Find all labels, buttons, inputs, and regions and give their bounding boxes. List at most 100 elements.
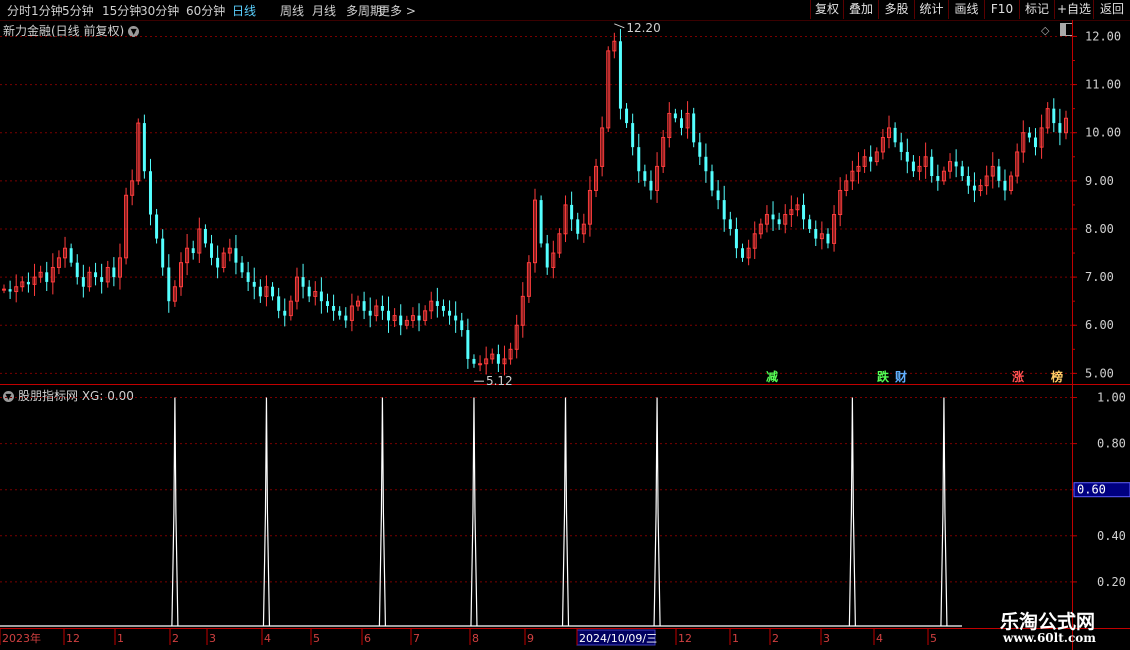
candle-body bbox=[1052, 108, 1056, 124]
xaxis-label: 1 bbox=[117, 632, 124, 645]
candle-body bbox=[911, 161, 915, 172]
candle-body bbox=[258, 286, 262, 297]
xaxis-label: 3 bbox=[823, 632, 830, 645]
candle-body bbox=[673, 113, 677, 119]
news-tag-0[interactable]: 减 bbox=[766, 369, 778, 384]
candle-body bbox=[362, 301, 366, 311]
candle-body bbox=[741, 248, 745, 258]
candle-body bbox=[972, 185, 976, 191]
candle-body bbox=[307, 286, 311, 297]
candle-body bbox=[869, 156, 873, 162]
news-tag-3[interactable]: 涨 bbox=[1012, 369, 1024, 384]
xaxis-label: 2024/10/09/三 bbox=[579, 632, 657, 645]
candle-body bbox=[441, 305, 445, 311]
candle-body bbox=[1003, 180, 1007, 191]
indicator-axis-label: 0.40 bbox=[1097, 529, 1126, 543]
candle-body bbox=[94, 272, 98, 278]
xaxis-label: 3 bbox=[209, 632, 216, 645]
candle-body bbox=[454, 315, 458, 321]
candle-body bbox=[814, 228, 818, 239]
price-chart[interactable]: 12.00 11.00 10.00 9.00 8.00 7.00 6.00 5.00 1.00 0… bbox=[0, 0, 1130, 650]
candle-body bbox=[704, 156, 708, 172]
candle-body bbox=[69, 248, 73, 263]
signal-spike bbox=[940, 397, 948, 627]
candle-body bbox=[716, 190, 720, 201]
candle-body bbox=[478, 363, 483, 366]
candle-body bbox=[319, 291, 323, 302]
watermark-title: 乐淘公式网 bbox=[1000, 611, 1096, 633]
xaxis-label: 8 bbox=[472, 632, 479, 645]
signal-spike bbox=[653, 397, 661, 627]
candle-body bbox=[692, 113, 696, 143]
candle-body bbox=[283, 310, 287, 316]
candle-body bbox=[899, 142, 903, 152]
candle-body bbox=[387, 310, 391, 321]
candle-body bbox=[637, 147, 641, 172]
xaxis-label: 4 bbox=[264, 632, 271, 645]
xaxis-label: 12 bbox=[678, 632, 692, 645]
candle-body bbox=[100, 277, 104, 282]
candle-body bbox=[203, 228, 207, 244]
candle-body bbox=[216, 257, 220, 268]
watermark-url: www.60lt.com bbox=[1003, 631, 1096, 645]
xaxis-label: 7 bbox=[413, 632, 420, 645]
candle-body bbox=[417, 315, 421, 321]
candle-body bbox=[954, 161, 958, 167]
candle-body bbox=[698, 142, 702, 157]
candle-body bbox=[930, 156, 934, 177]
signal-spike bbox=[848, 397, 856, 627]
xaxis-label: 6 bbox=[364, 632, 371, 645]
signal-spike bbox=[378, 397, 387, 627]
candle-body bbox=[808, 219, 812, 229]
candle-body bbox=[893, 127, 897, 143]
signal-spike bbox=[262, 397, 271, 627]
candle-body bbox=[466, 330, 470, 359]
candle-body bbox=[545, 243, 549, 268]
candle-body bbox=[435, 301, 439, 306]
high-marker-arrow bbox=[614, 23, 625, 29]
candle-body bbox=[148, 171, 152, 215]
news-tag-4[interactable]: 榜 bbox=[1051, 369, 1063, 384]
candle-body bbox=[191, 248, 195, 254]
candle-body bbox=[161, 238, 165, 268]
candle-body bbox=[325, 301, 329, 306]
xaxis-label: 1 bbox=[732, 632, 739, 645]
candle-body bbox=[332, 305, 336, 311]
candle-body bbox=[679, 118, 683, 128]
candle-body bbox=[301, 277, 305, 287]
candle-body bbox=[448, 310, 452, 316]
candle-body bbox=[643, 171, 647, 181]
signal-spike bbox=[561, 397, 570, 627]
candle-body bbox=[155, 214, 159, 239]
xaxis-label: 5 bbox=[313, 632, 320, 645]
candle-body bbox=[905, 151, 909, 162]
price-axis-label: 6.00 bbox=[1085, 318, 1114, 332]
candle-body bbox=[399, 315, 403, 326]
candle-body bbox=[75, 262, 79, 278]
price-axis-label: 11.00 bbox=[1085, 78, 1121, 92]
indicator-axis-label: 1.00 bbox=[1097, 391, 1126, 405]
candle-body bbox=[234, 248, 238, 263]
candle-body bbox=[576, 219, 580, 234]
news-tag-1[interactable]: 跌 bbox=[877, 369, 890, 384]
candle-body bbox=[570, 204, 574, 220]
xaxis-label: 2023年 bbox=[2, 631, 41, 645]
candle-body bbox=[936, 176, 940, 181]
indicator-axis-label: 0.20 bbox=[1097, 575, 1126, 589]
indicator-value-text: 0.60 bbox=[1077, 483, 1106, 497]
candle-body bbox=[240, 262, 244, 273]
candle-body bbox=[802, 204, 806, 220]
news-tag-2[interactable]: 财 bbox=[894, 369, 907, 384]
candle-body bbox=[631, 123, 635, 148]
candle-body bbox=[997, 166, 1001, 181]
candle-body bbox=[625, 108, 629, 124]
candle-body bbox=[1027, 132, 1031, 138]
candle-body bbox=[45, 272, 49, 282]
candle-body bbox=[618, 41, 622, 109]
candle-body bbox=[960, 166, 964, 177]
candle-body bbox=[734, 228, 738, 249]
candle-body bbox=[771, 214, 775, 220]
candle-body bbox=[112, 267, 116, 278]
price-axis-label: 5.00 bbox=[1085, 366, 1114, 380]
candle-body bbox=[496, 354, 500, 364]
